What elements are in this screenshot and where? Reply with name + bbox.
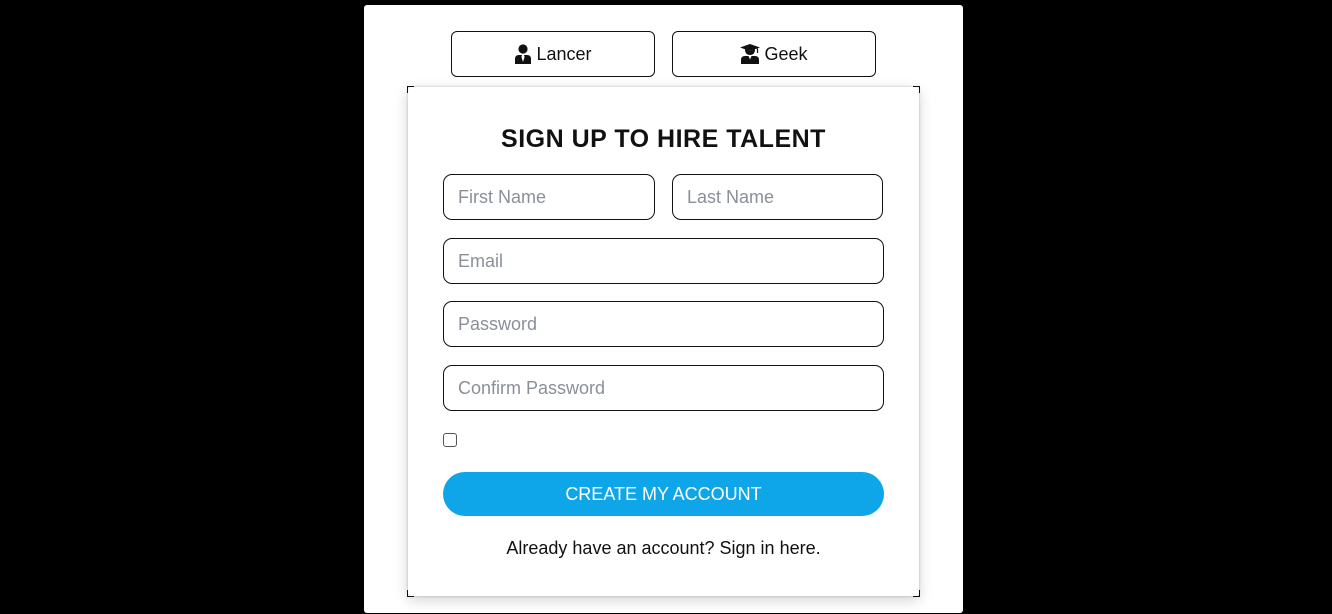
confirm-password-input[interactable] (443, 365, 884, 411)
graduate-icon (740, 44, 761, 64)
terms-checkbox[interactable] (443, 433, 457, 447)
lancer-role-button[interactable]: Lancer (451, 31, 655, 77)
signup-card: SIGN UP TO HIRE TALENT CREATE MY ACCOUNT… (407, 86, 920, 597)
email-input[interactable] (443, 238, 884, 284)
card-corner-mark (407, 590, 414, 597)
create-account-button[interactable]: CREATE MY ACCOUNT (443, 472, 884, 516)
geek-role-button[interactable]: Geek (672, 31, 876, 77)
card-corner-mark (407, 86, 414, 93)
signup-panel: Lancer Geek SIGN UP TO HIRE TALENT CREAT… (364, 5, 963, 613)
password-input[interactable] (443, 301, 884, 347)
last-name-input[interactable] (672, 174, 883, 220)
card-corner-mark (913, 590, 920, 597)
card-corner-mark (913, 86, 920, 93)
signin-link[interactable]: Already have an account? Sign in here. (408, 538, 919, 559)
geek-label: Geek (764, 43, 808, 64)
form-title: SIGN UP TO HIRE TALENT (501, 125, 826, 153)
first-name-input[interactable] (443, 174, 655, 220)
lancer-label: Lancer (536, 43, 592, 64)
user-tie-icon (514, 44, 532, 64)
